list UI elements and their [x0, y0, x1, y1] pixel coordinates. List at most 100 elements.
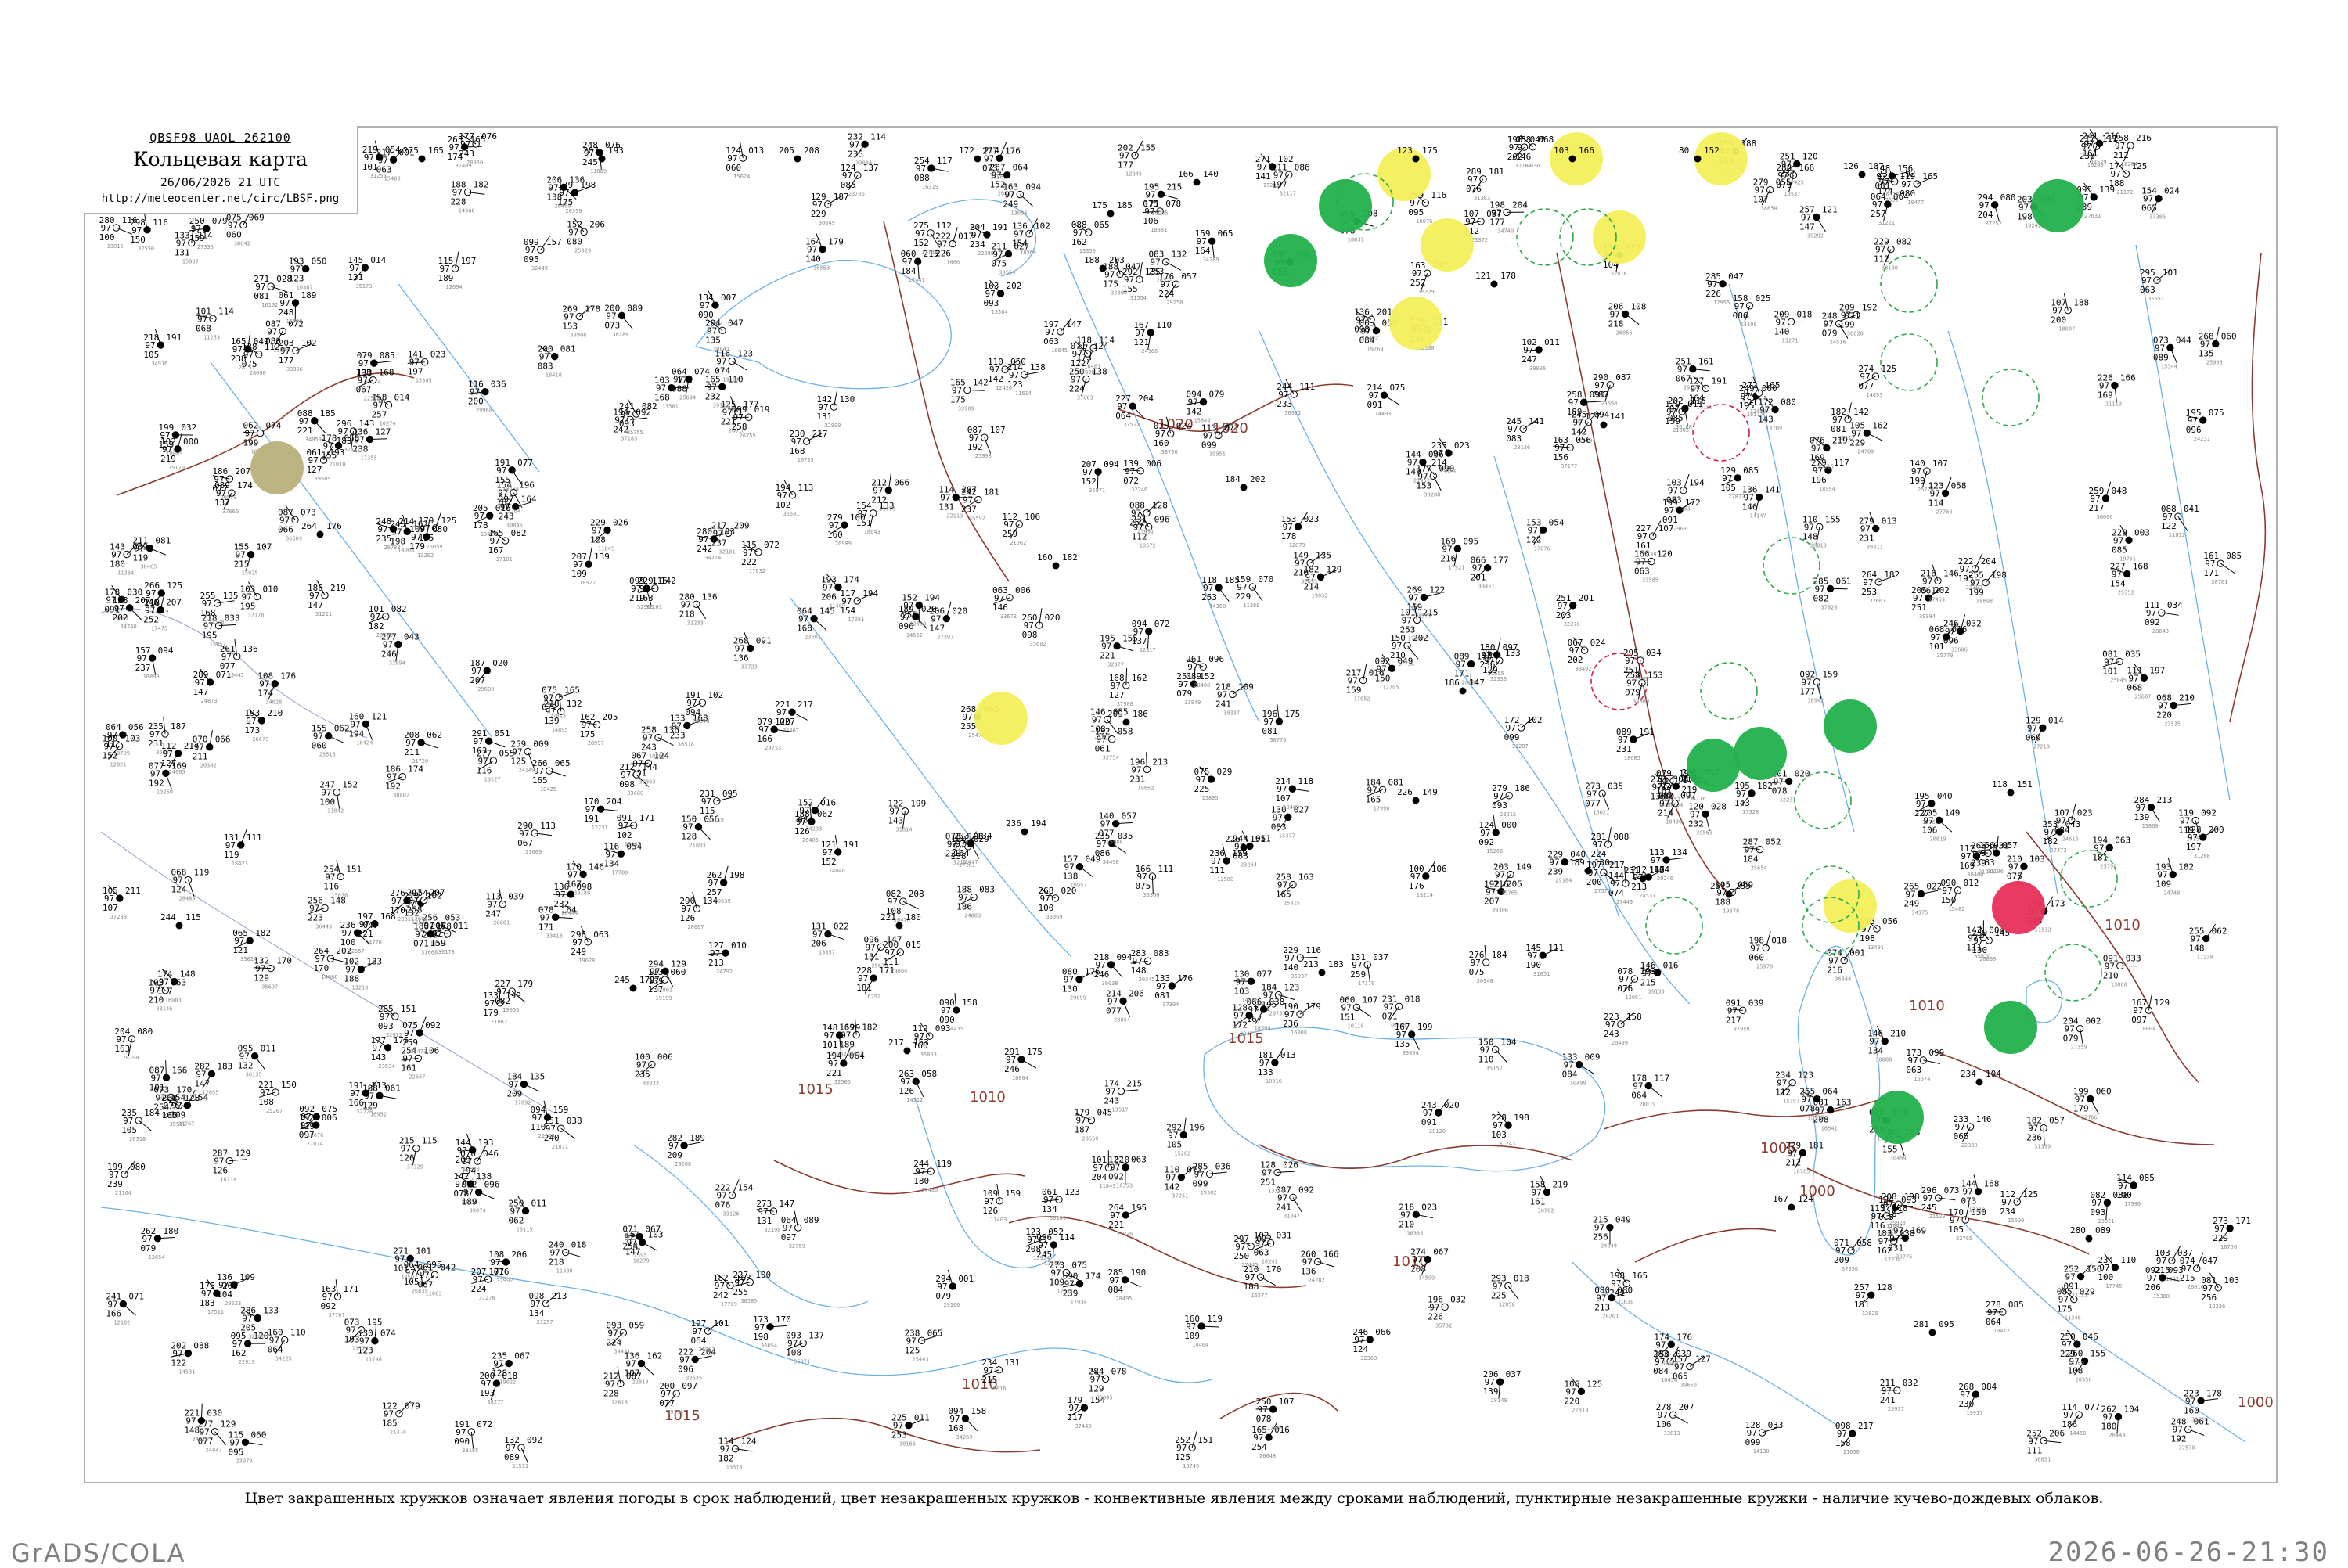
station-value: 229 — [1849, 437, 1865, 448]
station-value: 101 — [393, 1263, 409, 1273]
station-value: 246 — [1094, 969, 1110, 980]
station-id: 12879 — [1289, 542, 1305, 548]
station-value: 153 — [562, 322, 578, 332]
station-value: 060 — [1748, 953, 1764, 963]
station-circle — [974, 156, 981, 163]
station-id: 31047 — [1284, 1213, 1300, 1219]
station-plot: 2329711423533084 — [848, 131, 886, 166]
station-value: 047 — [728, 318, 744, 328]
station-value: 106 — [1921, 825, 1937, 835]
station-circle — [2167, 344, 2173, 351]
station-plot: 2509701106223115 — [509, 1196, 547, 1233]
station-value: 103 — [2224, 1275, 2239, 1286]
station-plot: 2529720611136631 — [2026, 1428, 2065, 1462]
station-value: 131 — [348, 272, 363, 282]
station-value: 146 — [992, 602, 1008, 613]
station-circle — [1107, 210, 1115, 218]
station-plot: 2289719810331243 — [1491, 1112, 1529, 1148]
station-value: 042 — [440, 1262, 456, 1272]
station-id: 24873 — [201, 698, 218, 704]
station-value: 063 — [2115, 835, 2130, 845]
station-plot: 2669706516510425 — [532, 758, 571, 793]
station-value: 102 — [1527, 715, 1543, 725]
station-value: 000 — [1501, 820, 1517, 830]
station-value: 151 — [1340, 1012, 1356, 1022]
station-id: 13573 — [726, 1465, 743, 1471]
wind-barb — [1412, 1034, 1420, 1050]
station-id: 32198 — [764, 1227, 780, 1233]
station-plot: 2579712815112825 — [1854, 1282, 1892, 1317]
station-id: 31255 — [370, 173, 387, 179]
map-canvas[interactable]: 1020 1020 1015 1015 1015 1010 1010 1010 … — [85, 128, 2276, 1482]
station-value: 055 — [499, 748, 514, 758]
station-plot: 1219719115214048 — [821, 835, 859, 874]
station-id: 11380 — [556, 1268, 573, 1275]
station-plot: 1279701021324792 — [708, 940, 747, 975]
station-id: 23136 — [1514, 444, 1530, 451]
station-value: 171 — [1143, 199, 1159, 209]
station-id: 37329 — [407, 1164, 423, 1171]
station-value: 108 — [258, 1097, 274, 1107]
station-value: 016 — [495, 503, 511, 513]
station-circle — [2202, 935, 2209, 941]
wind-barb — [149, 548, 165, 555]
station-id: 13214 — [1417, 892, 1433, 898]
station-value: 057 — [1181, 272, 1197, 282]
station-plot: 2029708812214531 — [171, 1341, 209, 1376]
station-value: 091 — [1367, 400, 1382, 410]
station-value: 027 — [1014, 241, 1029, 251]
station-id: 32101 — [719, 548, 736, 555]
station-id: 20399 — [565, 208, 582, 214]
station-value: 084 — [1107, 1285, 1123, 1295]
station-plot: 1179719415417081 — [840, 588, 878, 623]
station-value: 098 — [1022, 630, 1038, 640]
station-id: 33529 — [2091, 159, 2107, 165]
station-value: 047 — [363, 920, 379, 930]
station-value: 238 — [353, 444, 369, 454]
station-id: 37304 — [1162, 1002, 1179, 1008]
station-id: 39589 — [315, 476, 331, 482]
station-value: 085 — [380, 351, 395, 361]
station-value: 131 — [175, 248, 190, 258]
station-value: 187 — [171, 721, 186, 732]
station-id: 21249 — [538, 1133, 555, 1139]
station-id: 15482 — [1948, 906, 1964, 912]
station-value: 123 — [1284, 983, 1300, 993]
station-id: 30337 — [1223, 710, 1240, 716]
station-value: 131 — [863, 951, 879, 962]
station-id: 16162 — [261, 302, 278, 308]
station-temperature: 175 — [1092, 200, 1107, 210]
station-id: 15907 — [182, 259, 199, 265]
station-id: 20950 — [466, 160, 483, 166]
station-value: 020 — [1795, 768, 1810, 779]
station-circle — [1423, 873, 1429, 879]
station-id: 20819 — [1929, 836, 1946, 842]
station-value: 224 — [606, 1337, 621, 1347]
station-value: 116 — [323, 881, 339, 891]
station-id: 21520 — [1929, 1214, 1946, 1220]
station-id: 32449 — [531, 265, 548, 272]
station-value: 184 — [901, 266, 917, 276]
station-value: 242 — [613, 424, 628, 434]
station-id: 15500 — [2008, 1217, 2024, 1224]
station-value: 018 — [502, 1371, 517, 1381]
wind-barb — [1261, 1277, 1276, 1286]
station-value: 018 — [1514, 1273, 1529, 1283]
wind-barb — [1300, 957, 1317, 958]
station-id: 33723 — [741, 664, 758, 670]
station-value: 164 — [1195, 246, 1211, 256]
station-circle — [369, 377, 376, 383]
station-value: 166 — [1323, 1250, 1339, 1260]
station-value: 189 — [462, 1197, 477, 1207]
station-value: 193 — [719, 527, 735, 537]
station-value: 172 — [1685, 498, 1701, 508]
thunder-phenomenon-circle — [1734, 727, 1787, 780]
station-value: 141 — [1255, 171, 1271, 182]
station-id: 39306 — [1492, 907, 1508, 913]
station-pressure: 185 — [1117, 200, 1133, 210]
station-value: 150 — [1940, 895, 1956, 905]
station-value: 127 — [307, 465, 322, 475]
wind-barb — [139, 1120, 152, 1131]
station-value: 125 — [1175, 1452, 1190, 1462]
station-id: 18604 — [2139, 1026, 2155, 1032]
